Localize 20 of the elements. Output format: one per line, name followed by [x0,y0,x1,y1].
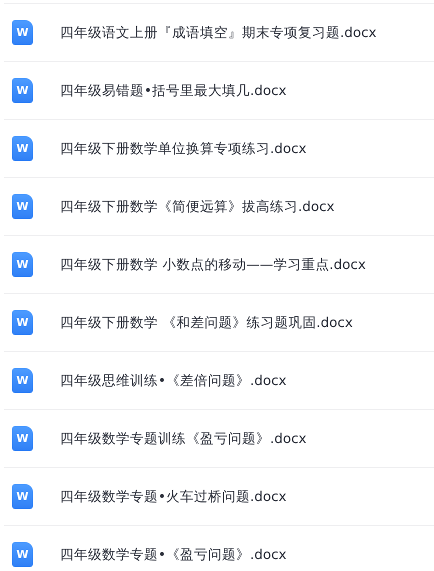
file-name[interactable]: 四年级下册数学单位换算专项练习.docx [60,140,307,158]
file-name[interactable]: 四年级易错题•括号里最大填几.docx [60,82,286,100]
file-name[interactable]: 四年级下册数学 小数点的移动——学习重点.docx [60,256,366,274]
word-document-icon: W [12,252,33,277]
file-name[interactable]: 四年级下册数学 《和差问题》练习题巩固.docx [60,314,353,332]
word-document-icon: W [12,426,33,451]
file-name[interactable]: 四年级数学专题•火车过桥问题.docx [60,488,286,506]
file-name[interactable]: 四年级下册数学《简便远算》拔高练习.docx [60,198,335,216]
word-document-icon: W [12,484,33,509]
word-document-icon: W [12,78,33,103]
word-document-icon: W [12,310,33,335]
word-document-icon: W [12,542,33,567]
word-document-icon: W [12,368,33,393]
file-name[interactable]: 四年级思维训练•《差倍问题》.docx [60,372,286,390]
file-name[interactable]: 四年级数学专题•《盈亏问题》.docx [60,546,286,564]
file-name[interactable]: 四年级数学专题训练《盈亏问题》.docx [60,430,307,448]
file-name[interactable]: 四年级语文上册『成语填空』期末专项复习题.docx [60,24,377,42]
word-document-icon: W [12,194,33,219]
word-document-icon: W [12,136,33,161]
word-document-icon: W [12,20,33,45]
